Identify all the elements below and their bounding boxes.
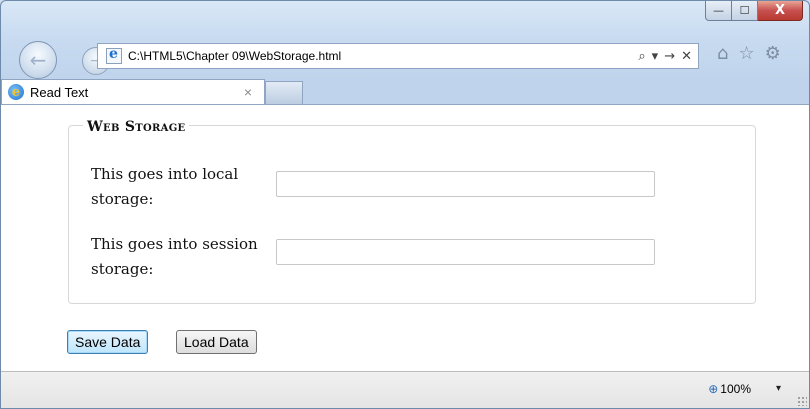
tab-strip: e Read Text × (1, 79, 809, 104)
resize-grip-icon[interactable] (797, 396, 807, 406)
ie-logo-icon: e (8, 84, 24, 100)
status-bar: ⊕ 100% ▾ (1, 371, 809, 408)
go-arrow-icon[interactable]: → (664, 49, 675, 64)
maximize-button[interactable]: ☐ (732, 1, 758, 21)
session-storage-input[interactable] (276, 239, 655, 265)
local-storage-label: This goes into local storage: (91, 165, 239, 208)
dropdown-icon[interactable]: ▾ (652, 49, 659, 64)
back-arrow-icon: ← (29, 48, 47, 72)
zoom-control[interactable]: ⊕ 100% (708, 382, 751, 396)
page-icon (106, 46, 122, 64)
search-icon[interactable]: ⌕ (638, 49, 645, 64)
zoom-level: 100% (720, 382, 751, 396)
window-caption-buttons: — ☐ X (705, 1, 803, 23)
address-controls: ⌕ ▾ → ✕ (638, 49, 698, 64)
tab-label: Read Text (30, 84, 89, 100)
close-window-button[interactable]: X (758, 1, 803, 21)
new-tab-button[interactable] (265, 81, 303, 104)
tab-read-text[interactable]: e Read Text × (1, 79, 265, 104)
tab-close-icon[interactable]: × (244, 84, 252, 100)
back-button[interactable]: ← (19, 41, 57, 79)
browser-window: — ☐ X ← → C:\HTML5\Chapter 09\WebStorage… (0, 0, 810, 409)
minimize-button[interactable]: — (705, 1, 732, 21)
home-icon[interactable]: ⌂ (717, 43, 728, 64)
favorites-star-icon[interactable]: ☆ (738, 43, 754, 64)
fieldset-legend: Web Storage (83, 119, 190, 135)
address-bar[interactable]: C:\HTML5\Chapter 09\WebStorage.html ⌕ ▾ … (97, 43, 699, 69)
zoom-dropdown-icon[interactable]: ▾ (776, 383, 781, 394)
browser-toolbar-icons: ⌂ ☆ ⚙ (717, 43, 781, 64)
save-data-button[interactable]: Save Data (67, 330, 149, 354)
load-data-button[interactable]: Load Data (176, 330, 257, 354)
session-storage-label: This goes into session storage: (91, 235, 258, 278)
address-text[interactable]: C:\HTML5\Chapter 09\WebStorage.html (128, 49, 341, 63)
page-content: Web Storage This goes into local storage… (1, 104, 809, 371)
local-storage-input[interactable] (276, 171, 655, 197)
zoom-icon: ⊕ (708, 382, 719, 396)
stop-icon[interactable]: ✕ (681, 49, 692, 64)
gear-icon[interactable]: ⚙ (765, 43, 781, 64)
